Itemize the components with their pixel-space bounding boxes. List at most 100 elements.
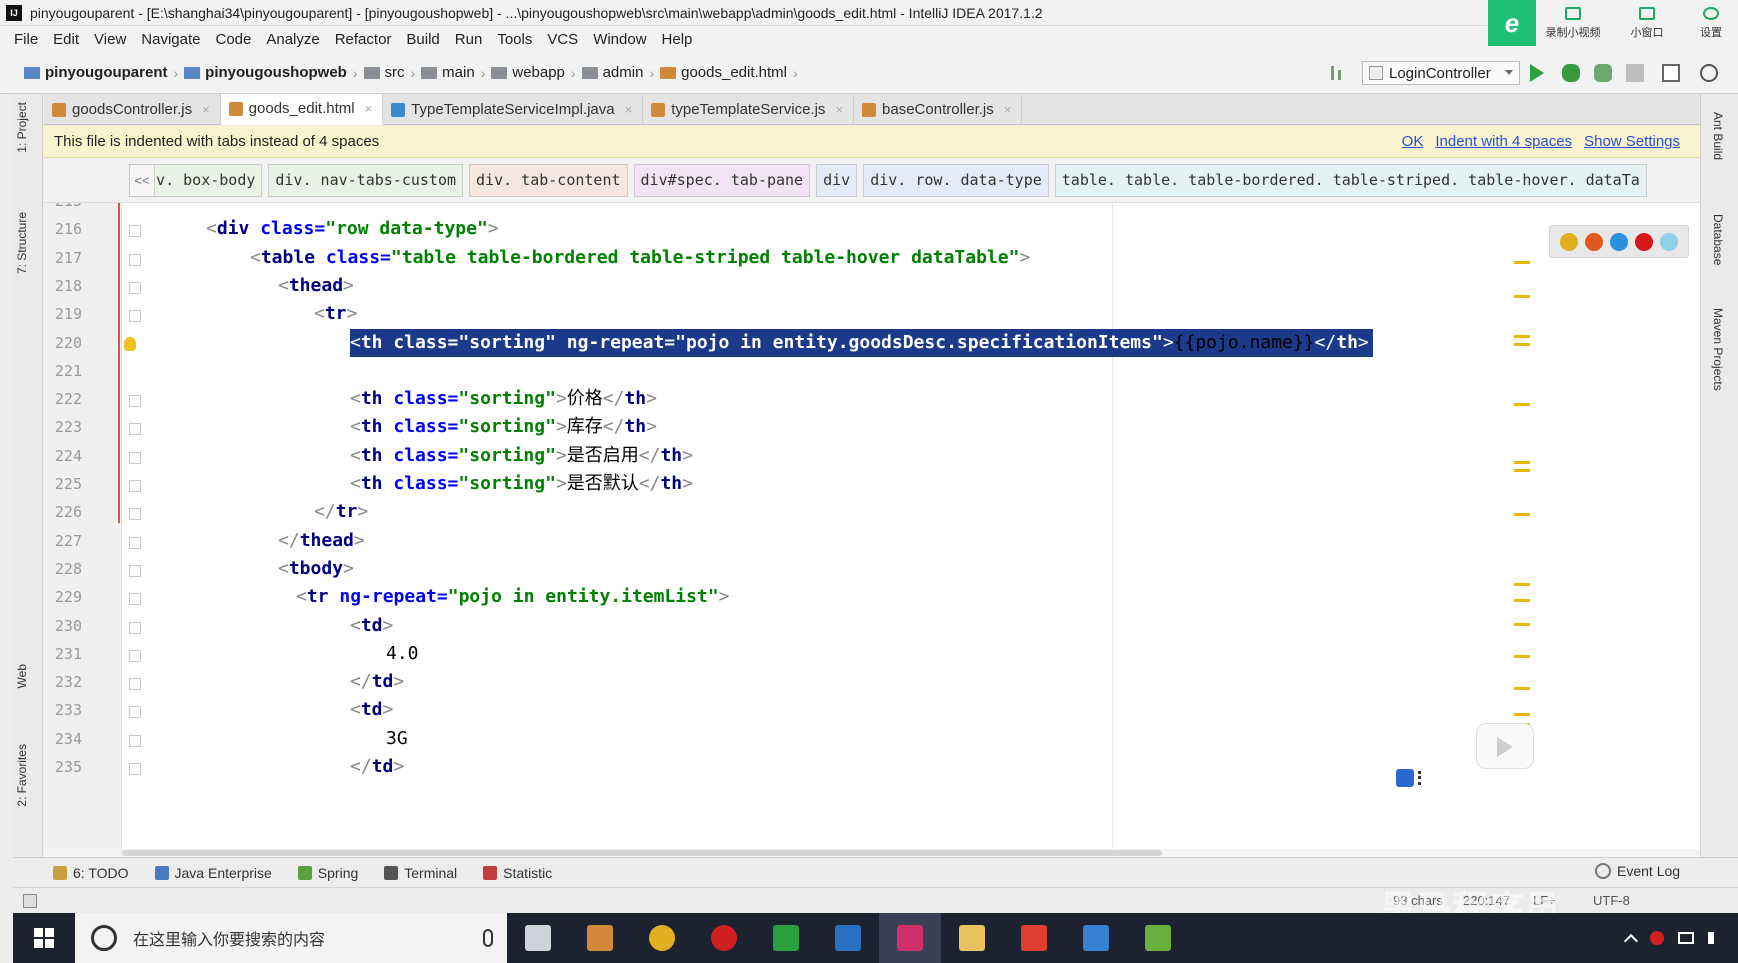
error-stripe-marker[interactable] — [1514, 403, 1530, 406]
code-line[interactable]: <tr> — [314, 300, 357, 328]
error-stripe-marker[interactable] — [1514, 687, 1530, 690]
panel-toggle-icon[interactable] — [23, 894, 37, 908]
breadcrumb-item[interactable]: admin › — [581, 64, 654, 81]
menu-help[interactable]: Help — [662, 31, 693, 48]
error-stripe-marker[interactable] — [1514, 461, 1530, 464]
tool-maven[interactable]: Maven Projects — [1711, 308, 1725, 391]
tool-window-button[interactable]: Java Enterprise — [154, 865, 272, 881]
menu-edit[interactable]: Edit — [53, 31, 79, 48]
safari-icon[interactable] — [1609, 232, 1628, 251]
editor-tab[interactable]: typeTemplateService.js × — [643, 94, 855, 125]
caret-position[interactable]: 220:147 — [1463, 893, 1510, 908]
close-icon[interactable]: × — [1004, 102, 1012, 117]
show-settings-link[interactable]: Show Settings — [1584, 133, 1680, 150]
breadcrumb-item[interactable]: pinyougoushopweb › — [184, 64, 358, 81]
editor-tab[interactable]: goodsController.js × — [44, 94, 221, 125]
breadcrumb-back-icon[interactable]: << — [129, 164, 155, 197]
error-stripe-marker[interactable] — [1514, 261, 1530, 264]
menu-navigate[interactable]: Navigate — [141, 31, 200, 48]
code-line[interactable]: <th class="sorting">是否启用</th> — [350, 442, 693, 470]
code-line[interactable]: </td> — [350, 753, 404, 781]
menu-refactor[interactable]: Refactor — [335, 31, 392, 48]
error-stripe-marker[interactable] — [1514, 469, 1530, 472]
taskbar-app-chrome[interactable] — [631, 913, 693, 963]
code-line[interactable]: </td> — [350, 668, 404, 696]
code-line[interactable]: 3G — [386, 725, 408, 753]
tool-window-button[interactable]: 6: TODO — [53, 865, 129, 881]
firefox-icon[interactable] — [1584, 232, 1603, 251]
error-stripe-marker[interactable] — [1514, 343, 1530, 346]
menu-analyze[interactable]: Analyze — [266, 31, 319, 48]
html-breadcrumb-item[interactable]: div — [816, 163, 858, 197]
network-icon[interactable] — [1678, 932, 1694, 944]
opera-icon[interactable] — [1635, 232, 1654, 251]
editor-tab[interactable]: baseController.js × — [854, 94, 1023, 125]
error-stripe-marker[interactable] — [1514, 713, 1530, 716]
record-video-button[interactable]: 录制小视频 — [1536, 0, 1610, 46]
html-breadcrumb-item[interactable]: div. row. data-type — [863, 163, 1049, 197]
search-icon[interactable] — [1700, 64, 1718, 82]
coverage-icon[interactable] — [1594, 64, 1612, 82]
breadcrumb-item[interactable]: webapp › — [491, 64, 576, 81]
project-structure-icon[interactable] — [1662, 64, 1680, 82]
code-line[interactable]: 4.0 — [386, 640, 419, 668]
tool-favorites[interactable]: 2: Favorites — [15, 744, 29, 807]
taskbar-app-notepad[interactable] — [1127, 913, 1189, 963]
tool-web[interactable]: Web — [15, 664, 29, 688]
code-line[interactable]: <tbody> — [278, 555, 354, 583]
breadcrumb-item[interactable]: src › — [363, 64, 415, 81]
menu-vcs[interactable]: VCS — [547, 31, 578, 48]
tool-database[interactable]: Database — [1711, 214, 1725, 265]
breadcrumb-item[interactable]: main › — [421, 64, 485, 81]
code-line[interactable]: </thead> — [278, 527, 365, 555]
error-stripe-marker[interactable] — [1514, 623, 1530, 626]
code-line[interactable]: <td> — [350, 696, 393, 724]
menu-code[interactable]: Code — [215, 31, 251, 48]
run-icon[interactable] — [1530, 64, 1544, 82]
menu-file[interactable]: File — [14, 31, 38, 48]
error-stripe-marker[interactable] — [1514, 655, 1530, 658]
taskbar-search[interactable]: 在这里输入你要搜索的内容 — [75, 913, 507, 963]
tool-structure[interactable]: 7: Structure — [15, 212, 29, 274]
code-line[interactable]: <thead> — [278, 272, 354, 300]
notification-icon[interactable] — [1396, 769, 1414, 787]
close-icon[interactable]: × — [202, 102, 210, 117]
code-line[interactable]: <tr ng-repeat="pojo in entity.itemList"> — [296, 583, 730, 611]
html-breadcrumb-item[interactable]: div#spec. tab-pane — [633, 163, 811, 197]
build-icon[interactable] — [1328, 64, 1346, 82]
menu-view[interactable]: View — [94, 31, 126, 48]
stop-icon[interactable] — [1626, 64, 1644, 82]
more-icon[interactable] — [1418, 771, 1421, 785]
debug-icon[interactable] — [1562, 64, 1580, 82]
volume-icon[interactable] — [1708, 932, 1722, 944]
browser-e-icon[interactable]: e — [1488, 0, 1536, 46]
html-breadcrumb-item[interactable]: div. tab-content — [469, 163, 628, 197]
taskbar-app-explorer[interactable] — [941, 913, 1003, 963]
code-line[interactable]: </tr> — [314, 498, 368, 526]
breadcrumb-item[interactable]: goods_edit.html › — [660, 64, 798, 81]
tool-window-button[interactable]: Statistic — [483, 865, 552, 881]
taskbar-app-task-view[interactable] — [507, 913, 569, 963]
tool-window-button[interactable]: Spring — [297, 865, 358, 881]
start-button[interactable] — [13, 913, 75, 963]
scrollbar-thumb[interactable] — [122, 850, 1162, 856]
horizontal-scrollbar[interactable] — [44, 849, 1700, 857]
menu-window[interactable]: Window — [593, 31, 646, 48]
menu-tools[interactable]: Tools — [497, 31, 532, 48]
error-stripe-marker[interactable] — [1514, 513, 1530, 516]
code-line[interactable]: <th class="sorting">价格</th> — [350, 385, 657, 413]
taskbar-app-blue-app[interactable] — [817, 913, 879, 963]
error-stripe-marker[interactable] — [1514, 295, 1530, 298]
code-line[interactable]: <td> — [350, 612, 393, 640]
close-icon[interactable]: × — [625, 102, 633, 117]
taskbar-app-feiq[interactable] — [1065, 913, 1127, 963]
code-editor[interactable]: 2152162172182192202212222232242252262272… — [44, 203, 1700, 857]
error-stripe-marker[interactable] — [1514, 599, 1530, 602]
floating-play-button[interactable] — [1476, 723, 1534, 769]
code-line[interactable]: <th class="sorting">是否默认</th> — [350, 470, 693, 498]
taskbar-app-app-colorful[interactable] — [569, 913, 631, 963]
html-breadcrumb-item[interactable]: table. table. table-bordered. table-stri… — [1054, 163, 1647, 197]
taskbar-app-intellij[interactable] — [879, 913, 941, 963]
html-breadcrumb-item[interactable]: div. nav-tabs-custom — [268, 163, 464, 197]
breadcrumb-item[interactable]: pinyougouparent › — [24, 64, 178, 81]
